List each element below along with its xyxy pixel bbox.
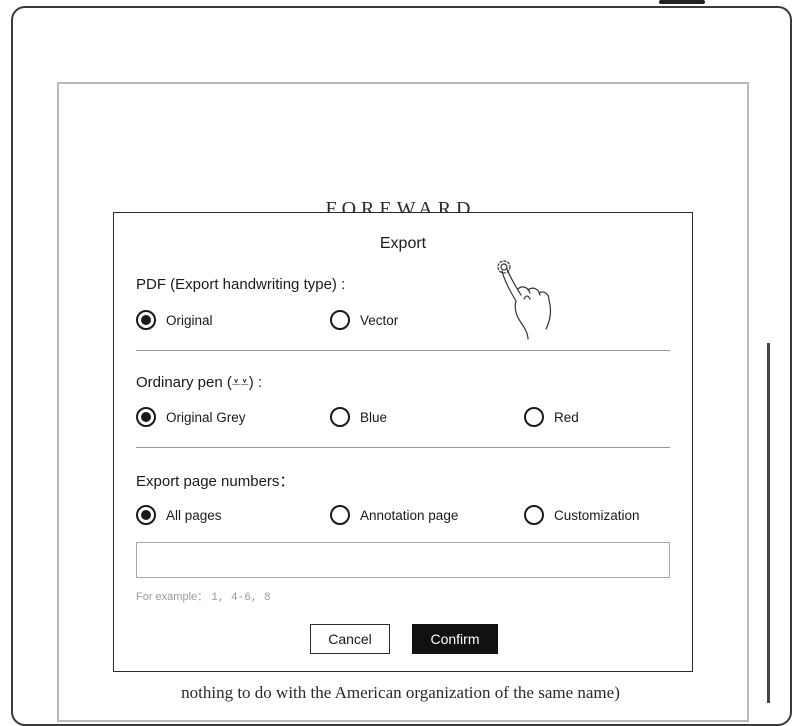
document-text-line: nothing to do with the American organiza…	[181, 683, 620, 702]
page-range-hint: For example： 1, 4-6, 8	[136, 588, 271, 604]
radio-label: Red	[554, 409, 579, 425]
hint-example: 1, 4-6, 8	[211, 592, 271, 604]
radio-original-grey[interactable]: Original Grey	[136, 407, 246, 427]
section-divider	[136, 350, 670, 351]
scroll-indicator	[767, 343, 770, 703]
radio-all-pages[interactable]: All pages	[136, 505, 222, 525]
dialog-title: Export	[379, 235, 427, 252]
radio-selected-dot	[141, 412, 151, 422]
radio-vector[interactable]: Vector	[330, 310, 398, 330]
radio-circle	[330, 407, 350, 427]
radio-circle	[330, 505, 350, 525]
radio-label: All pages	[166, 507, 222, 523]
hint-prefix: For example：	[136, 591, 209, 603]
pages-section-label: Export page numbers：	[136, 473, 295, 490]
radio-blue[interactable]: Blue	[330, 407, 387, 427]
radio-label: Annotation page	[360, 507, 459, 523]
radio-original[interactable]: Original	[136, 310, 213, 330]
radio-label: Vector	[360, 312, 399, 328]
radio-circle	[136, 310, 156, 330]
radio-circle	[330, 310, 350, 330]
radio-annotation-page[interactable]: Annotation page	[330, 505, 458, 525]
radio-circle	[136, 407, 156, 427]
radio-circle	[524, 505, 544, 525]
radio-label: Original Grey	[166, 409, 246, 425]
cancel-button[interactable]: Cancel	[310, 624, 390, 654]
radio-circle	[524, 407, 544, 427]
hand-tap-icon	[497, 260, 552, 340]
pen-section-label: Ordinary pen (⩡⩡) :	[136, 374, 263, 391]
radio-red[interactable]: Red	[524, 407, 579, 427]
confirm-button[interactable]: Confirm	[412, 624, 498, 654]
radio-circle	[136, 505, 156, 525]
radio-customization[interactable]: Customization	[524, 505, 640, 525]
section-divider	[136, 447, 670, 448]
radio-label: Blue	[360, 409, 388, 425]
radio-label: Original	[166, 312, 213, 328]
radio-selected-dot	[141, 510, 151, 520]
export-dialog: Export PDF (Export handwriting type) : O…	[113, 212, 693, 672]
page-range-input[interactable]	[136, 542, 670, 578]
radio-selected-dot	[141, 315, 151, 325]
pdf-section-label: PDF (Export handwriting type) :	[136, 276, 346, 293]
radio-label: Customization	[554, 507, 640, 523]
power-button	[659, 0, 705, 4]
